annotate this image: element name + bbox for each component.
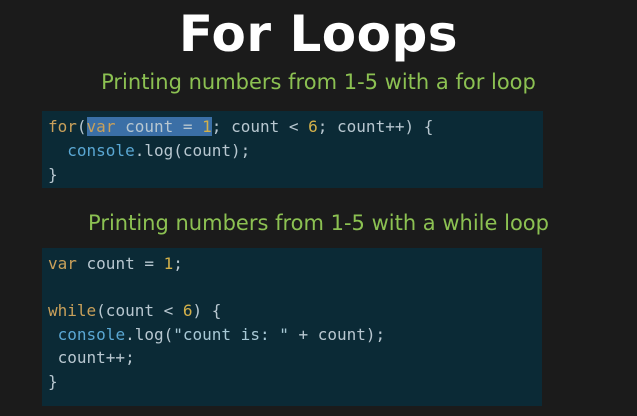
while-condition: (count < [96,301,183,320]
code-line-while-close: } [48,371,58,391]
code-line-increment: count++; [48,348,135,367]
while-loop-subtitle: Printing numbers from 1-5 with a while l… [88,211,549,235]
code-line-for-body: console.log(count); [48,139,543,163]
console-identifier: console [57,324,126,344]
code-line-for-header: for(var count = 1; count < 6; count++) { [48,115,543,139]
keyword-var: var [48,254,77,273]
assignment: count = [76,254,164,273]
paren-open: ( [76,117,87,136]
code-line-while-header: while(count < 6) { [48,299,542,323]
for-loop-code-block: for(var count = 1; count < 6; count++) {… [42,111,543,188]
log-close: + count); [288,324,386,344]
code-line-while-log: console.log("count is: " + count); [48,323,542,347]
selected-assignment: count = [115,117,203,136]
number-one: 1 [163,254,174,273]
keyword-var: var [86,117,116,136]
while-loop-code-block: var count = 1; while(count < 6) { consol… [42,248,542,406]
slide-title: For Loops [178,5,459,63]
console-identifier: console [67,141,135,160]
keyword-while: while [48,301,97,320]
for-loop-subtitle: Printing numbers from 1-5 with a for loo… [101,70,536,94]
code-line-var-decl: var count = 1; [48,252,542,276]
loop-condition: ; count < [211,117,309,136]
log-call: .log(count); [134,141,251,160]
number-one: 1 [202,117,212,136]
code-line-for-close: } [48,165,58,184]
string-literal: "count is: " [173,324,289,344]
semicolon: ; [173,254,183,273]
while-open-brace: ) { [192,301,222,320]
selected-code[interactable]: var count = 1 [86,117,212,136]
number-six: 6 [182,301,193,320]
keyword-for: for [48,117,77,136]
loop-increment: ; count++) { [317,117,434,136]
slide: For Loops Printing numbers from 1-5 with… [0,0,637,416]
number-six: 6 [308,117,318,136]
log-open: .log( [125,324,174,344]
